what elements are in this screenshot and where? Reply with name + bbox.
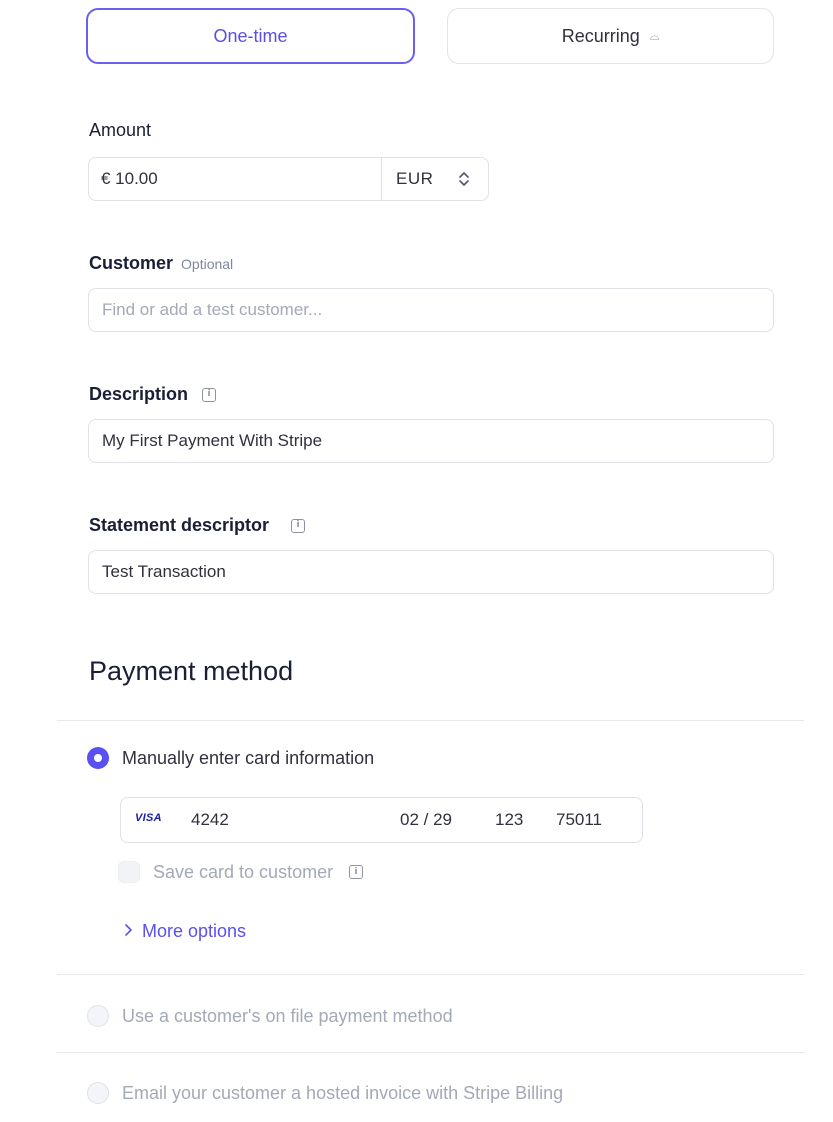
currency-select[interactable]: EUR bbox=[382, 158, 488, 200]
radio-checked-icon[interactable] bbox=[87, 747, 109, 769]
optional-badge: Optional bbox=[181, 255, 234, 272]
description-label-text: Description bbox=[89, 384, 189, 404]
description-input[interactable]: My First Payment With Stripe bbox=[88, 419, 774, 463]
radio-label: Email your customer a hosted invoice wit… bbox=[122, 1082, 564, 1103]
card-cvc[interactable]: 123 bbox=[495, 810, 523, 830]
card-expiry[interactable]: 02 / 29 bbox=[400, 810, 452, 830]
one-time-button[interactable]: One-time bbox=[86, 8, 415, 64]
save-card-checkbox[interactable] bbox=[118, 861, 140, 883]
statement-descriptor-input[interactable]: Test Transaction bbox=[88, 550, 774, 594]
card-input[interactable]: VISA 4242 02 / 29 123 75011 bbox=[120, 797, 643, 843]
visa-icon: VISA bbox=[135, 812, 162, 824]
amount-field-group: € 10.00 EUR bbox=[88, 157, 489, 201]
info-icon[interactable]: i bbox=[349, 865, 364, 879]
save-card-label: Save card to customer bbox=[153, 861, 334, 882]
info-icon[interactable]: i bbox=[291, 518, 306, 533]
payment-method-heading: Payment method bbox=[89, 656, 294, 686]
amount-label: Amount bbox=[89, 120, 151, 141]
recurring-label: Recurring bbox=[561, 25, 640, 46]
amount-label-text: Amount bbox=[89, 120, 152, 140]
customer-label: Customer Optional bbox=[89, 253, 233, 274]
radio-manual-card[interactable]: Manually enter card information bbox=[87, 747, 374, 769]
divider bbox=[57, 1052, 804, 1053]
card-number[interactable]: 4242 bbox=[191, 810, 229, 830]
chevron-up-down-icon bbox=[458, 171, 470, 187]
statement-descriptor-label: Statement descriptor i bbox=[89, 515, 306, 536]
radio-label: Use a customer's on file payment method bbox=[122, 1005, 453, 1026]
info-icon[interactable]: i bbox=[202, 387, 217, 402]
radio-unchecked-icon[interactable] bbox=[87, 1005, 109, 1027]
radio-unchecked-icon[interactable] bbox=[87, 1082, 109, 1104]
one-time-label: One-time bbox=[213, 25, 288, 46]
radio-on-file-method[interactable]: Use a customer's on file payment method bbox=[87, 1005, 453, 1027]
statement-descriptor-label-text: Statement descriptor bbox=[89, 515, 270, 535]
currency-value: EUR bbox=[396, 169, 434, 188]
customer-label-text: Customer bbox=[89, 253, 174, 273]
card-zip[interactable]: 75011 bbox=[556, 810, 602, 830]
more-options-link[interactable]: More options bbox=[124, 921, 246, 942]
description-label: Description i bbox=[89, 384, 217, 405]
amount-input[interactable]: € 10.00 bbox=[89, 158, 382, 200]
recurring-button[interactable]: Recurring ⌓ bbox=[447, 8, 774, 64]
divider bbox=[57, 974, 804, 975]
more-options-label: More options bbox=[142, 921, 247, 941]
radio-label: Manually enter card information bbox=[122, 747, 375, 768]
divider bbox=[57, 720, 804, 721]
customer-search-input[interactable]: Find or add a test customer... bbox=[88, 288, 774, 332]
chevron-right-icon bbox=[124, 921, 134, 942]
recurring-icon: ⌓ bbox=[649, 28, 660, 43]
radio-email-invoice[interactable]: Email your customer a hosted invoice wit… bbox=[87, 1082, 563, 1104]
save-card-row: Save card to customer i bbox=[118, 861, 364, 883]
